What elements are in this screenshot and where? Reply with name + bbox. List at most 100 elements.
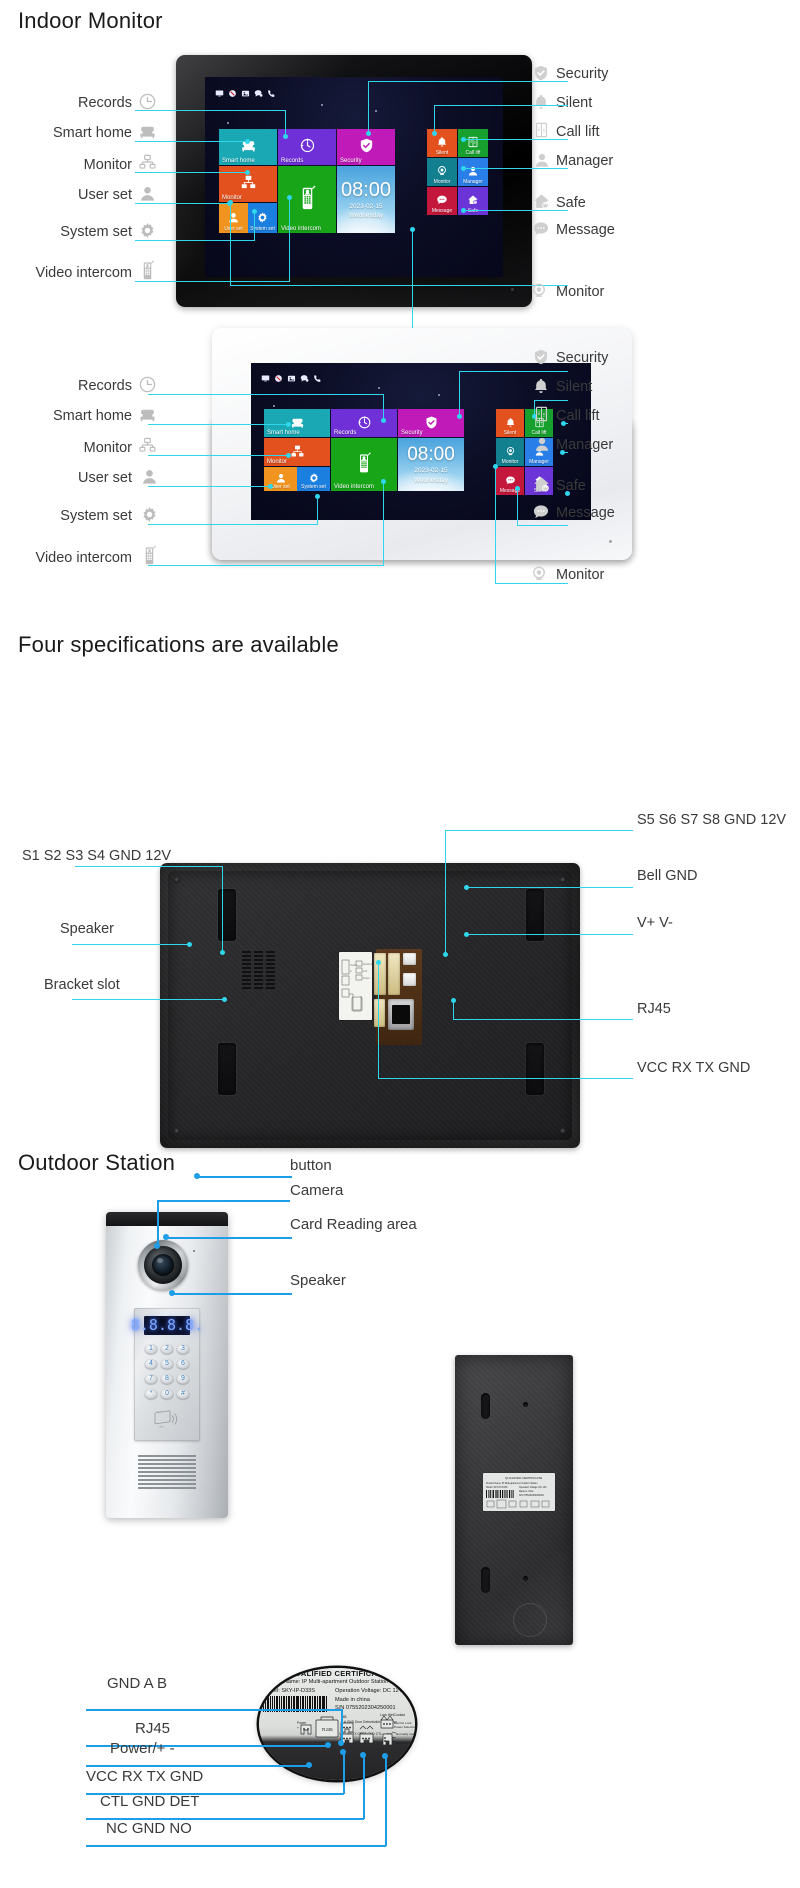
leader-line xyxy=(289,198,290,282)
leader-dot xyxy=(457,414,462,419)
star-dot xyxy=(273,405,275,407)
tile-video-intercom[interactable]: Video intercom xyxy=(331,438,397,491)
key-star[interactable]: * xyxy=(143,1386,159,1401)
key-label: 9 xyxy=(181,1375,185,1382)
tile-video-intercom[interactable]: Video intercom xyxy=(278,166,336,233)
leader-dot xyxy=(565,491,570,496)
leader-dot xyxy=(560,450,565,455)
tile-label: Records xyxy=(281,158,304,164)
page-title-indoor-monitor: Indoor Monitor xyxy=(18,8,163,33)
tile-clock[interactable]: 08:00 2023-02-15 Wednesday xyxy=(398,438,464,491)
leader-dot xyxy=(461,166,466,171)
bracket-slot-bottom-right xyxy=(526,1043,544,1095)
key-2[interactable]: 2 xyxy=(159,1341,175,1356)
monitor-screen-black[interactable]: Smart home Records Security Monitor Vide… xyxy=(205,77,503,277)
tile-message[interactable]: Message xyxy=(496,467,524,495)
gear-icon xyxy=(140,505,159,524)
tile-label: Manager xyxy=(529,459,549,465)
leader-line xyxy=(86,1709,342,1711)
key-3[interactable]: 3 xyxy=(175,1341,191,1356)
callout-label-records-2: Records xyxy=(78,378,132,394)
tile-user-set[interactable]: User set xyxy=(219,203,248,233)
tile-side-monitor[interactable]: Monitor xyxy=(496,438,524,466)
clock-widget: 08:00 2023-02-15 Wednesday xyxy=(341,180,391,220)
clock-icon xyxy=(138,92,157,111)
leader-dot xyxy=(461,137,466,142)
callout-label-user-set: User set xyxy=(78,187,132,203)
message-icon xyxy=(300,370,309,388)
leader-dot xyxy=(366,131,371,136)
tile-label: Video intercom xyxy=(334,484,374,490)
tile-clock[interactable]: 08:00 2023-02-15 Wednesday xyxy=(337,166,395,233)
network-icon xyxy=(290,444,305,459)
wiring-diagram-label: Switch in Doorbell 12V Power xyxy=(339,952,372,1020)
cable-entry-circle xyxy=(513,1603,547,1637)
clock-icon xyxy=(299,137,316,154)
key-label: 1 xyxy=(149,1345,153,1352)
bracket-slot-bottom-left xyxy=(218,1043,236,1095)
leader-line xyxy=(86,1765,309,1767)
mute-icon xyxy=(228,85,237,103)
tile-system-set[interactable]: System set xyxy=(248,203,277,233)
tile-records[interactable]: Records xyxy=(331,409,397,437)
bell-icon xyxy=(436,136,448,148)
callout-label-ctl-gnd-det: CTL GND DET xyxy=(100,1793,200,1810)
key-6[interactable]: 6 xyxy=(175,1356,191,1371)
card-reading-area-icon[interactable]: RFID CARD xyxy=(154,1410,182,1428)
tile-smart-home[interactable]: Smart home xyxy=(219,129,277,165)
picture-icon xyxy=(287,370,296,388)
leader-line xyxy=(148,524,318,525)
leader-line xyxy=(148,455,288,456)
leader-line xyxy=(225,110,286,111)
key-9[interactable]: 9 xyxy=(175,1371,191,1386)
leader-dot xyxy=(245,139,250,144)
clock-date: 2023-02-15 xyxy=(349,202,383,210)
tile-system-set[interactable]: System set xyxy=(297,467,330,491)
tile-manager[interactable]: Manager xyxy=(458,158,488,186)
bell-icon xyxy=(505,417,516,428)
tile-label: Monitor xyxy=(433,179,451,185)
key-8[interactable]: 8 xyxy=(159,1371,175,1386)
tile-label: Message xyxy=(431,208,453,214)
shield-check-icon xyxy=(358,137,375,154)
mount-keyhole-top xyxy=(481,1393,490,1419)
tile-side-monitor[interactable]: Monitor xyxy=(427,158,457,186)
callout-label-speaker-back: Speaker xyxy=(60,921,115,937)
leader-line xyxy=(445,830,633,831)
key-1[interactable]: 1 xyxy=(143,1341,159,1356)
leader-dot xyxy=(194,1173,200,1179)
svg-text:Model: SKY-IP-D33S: Model: SKY-IP-D33S xyxy=(486,1487,508,1489)
back-plate-certificate-label: QUALIFIED CERTIFICATE Product Name: IP M… xyxy=(483,1473,555,1511)
tile-monitor[interactable]: Monitor xyxy=(264,438,330,466)
key-label: 6 xyxy=(181,1360,185,1367)
keypad[interactable]: 1 2 3 4 5 6 7 8 9 * 0 # xyxy=(143,1341,191,1401)
clock-widget: 08:00 2023-02-15 Wednesday xyxy=(407,445,455,484)
leader-line xyxy=(463,168,568,169)
leader-line xyxy=(148,424,288,425)
tile-grid: Smart home Records Security Monitor Vide… xyxy=(264,409,478,495)
star-dot xyxy=(227,122,229,124)
key-hash[interactable]: # xyxy=(175,1386,191,1401)
clock-weekday: Wednesday xyxy=(348,212,384,219)
user-icon xyxy=(467,165,479,177)
tile-call-lift[interactable]: Call lift xyxy=(458,129,488,157)
tile-label: Security xyxy=(401,430,423,436)
tile-silent[interactable]: Silent xyxy=(496,409,524,437)
elevator-icon xyxy=(533,121,550,139)
tile-smart-home[interactable]: Smart home xyxy=(264,409,330,437)
leader-dot xyxy=(286,422,291,427)
leader-line xyxy=(135,281,290,282)
leader-line xyxy=(445,830,446,955)
tile-message[interactable]: Message xyxy=(427,187,457,215)
key-4[interactable]: 4 xyxy=(143,1356,159,1371)
callout-label-vcc-rx-tx-gnd-terminal: VCC RX TX GND xyxy=(86,1768,204,1785)
screw xyxy=(560,1128,566,1134)
svg-text:12V: 12V xyxy=(363,970,368,973)
key-5[interactable]: 5 xyxy=(159,1356,175,1371)
clock-time: 08:00 xyxy=(407,444,455,465)
key-0[interactable]: 0 xyxy=(159,1386,175,1401)
leader-line xyxy=(135,110,225,111)
tile-security[interactable]: Security xyxy=(398,409,464,437)
key-7[interactable]: 7 xyxy=(143,1371,159,1386)
leader-dot xyxy=(561,421,566,426)
